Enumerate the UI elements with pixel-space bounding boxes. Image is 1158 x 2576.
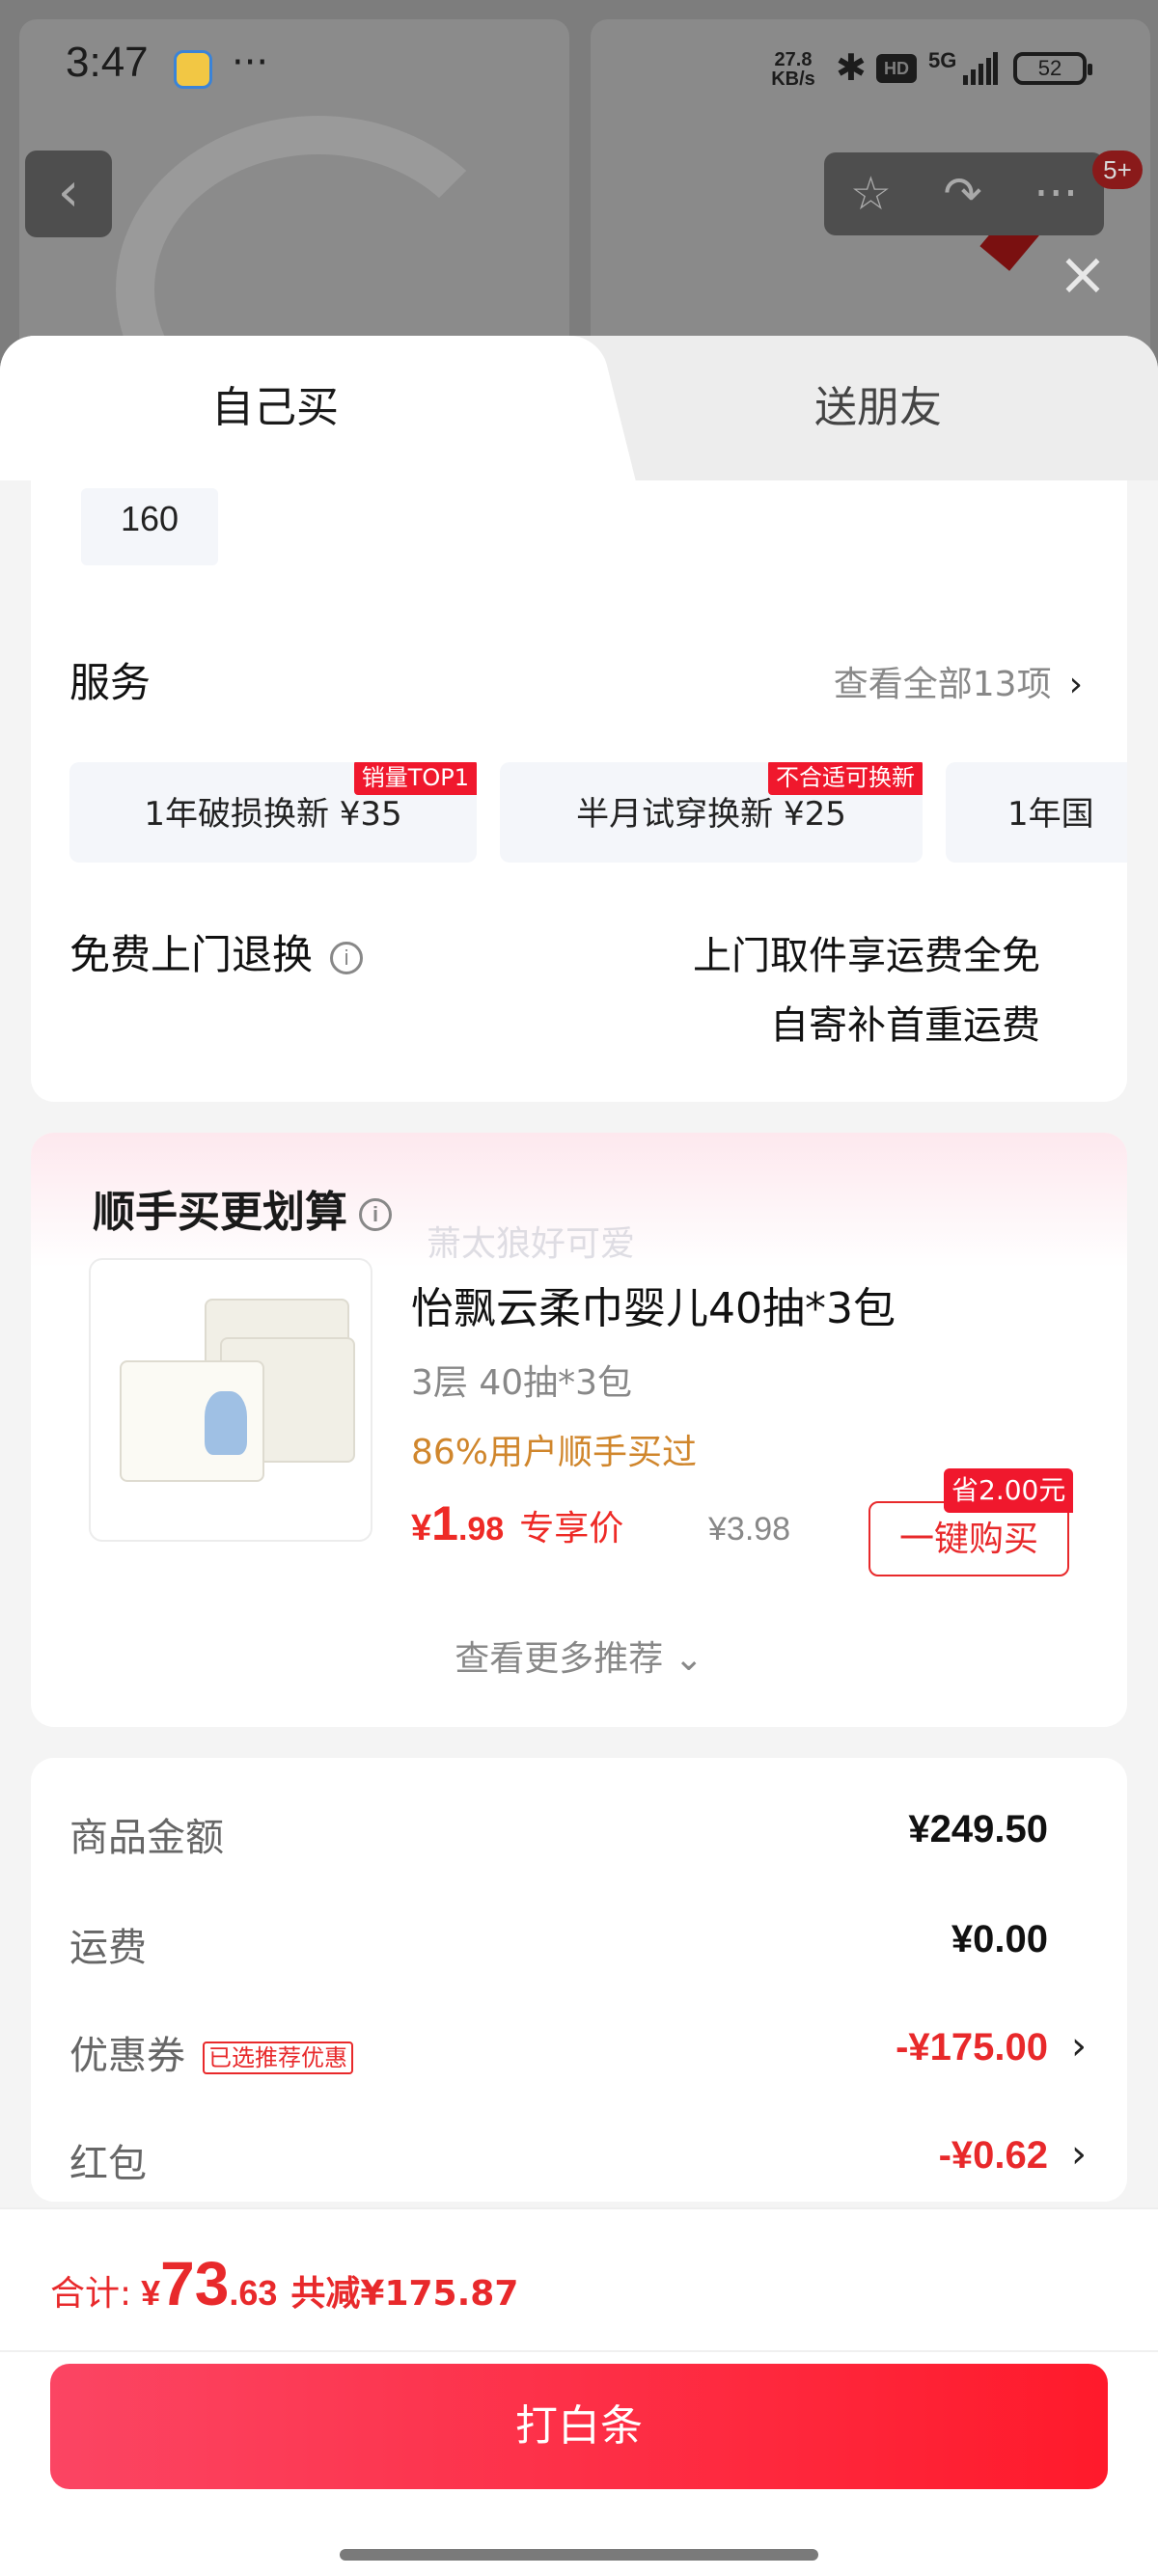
total-saved: 共减¥175.87 [290,2274,519,2314]
price-label: 专享价 [519,1509,624,1548]
recommended-product-spec: 3层 40抽*3包 [411,1363,633,1403]
coupon-label: 优惠券 已选推荐优惠 [69,2024,353,2080]
free-return-title: 免费上门退换 i [69,922,364,981]
service-option-label: 1年破损换新 ¥35 [144,795,402,834]
order-total: 合计: ¥73.63 共减¥175.87 [50,2248,518,2319]
close-icon[interactable]: × [1054,244,1112,305]
save-amount-badge: 省2.00元 [944,1468,1074,1513]
message-badge: 5+ [1092,151,1143,189]
total-decimal: .63 [229,2273,278,2313]
service-option-label: 1年国 [1007,795,1094,834]
recommended-product-price: ¥1.98 专享价 [411,1495,623,1551]
tab-buy-for-self[interactable]: 自己买 [0,336,579,480]
network-speed-value: 27.8 [774,49,813,70]
service-option-tag: 不合适可换新 [768,762,923,795]
divider [0,2350,1158,2352]
network-speed-unit: KB/s [771,69,815,90]
services-title: 服务 [69,659,152,706]
battery-icon: 52 [1013,52,1092,85]
status-time: 3:47 [66,39,149,86]
service-option-tag: 销量TOP1 [353,762,477,795]
chevron-right-icon: › [1071,2024,1087,2069]
shipping-row: 运费 ¥0.00 [69,1916,1087,1974]
status-more-icon: ··· [232,41,269,85]
app-notification-icon [174,50,212,89]
more-recommendations-link[interactable]: 查看更多推荐 ⌄ [31,1631,1127,1681]
recommendation-title: 顺手买更划算 i [93,1177,392,1239]
network-speed: 27.8 KB/s [764,50,822,89]
recommended-product-image[interactable] [89,1258,372,1542]
recommendation-title-label: 顺手买更划算 [93,1188,347,1237]
tab-buy-for-self-label: 自己买 [211,383,339,432]
coupon-row[interactable]: 优惠券 已选推荐优惠 -¥175.00 › [69,2024,1087,2082]
original-price: ¥3.98 [708,1511,791,1548]
goods-amount-label: 商品金额 [69,1816,224,1860]
recommendation-card: 顺手买更划算 i 萧太狼好可爱 怡飘云柔巾婴儿40抽*3包 3层 40抽*3包 8… [31,1133,1127,1727]
chevron-right-icon: › [1071,2132,1087,2177]
info-icon[interactable]: i [359,1198,392,1231]
service-option-label: 半月试穿换新 ¥25 [576,795,846,834]
home-indicator[interactable] [340,2549,818,2561]
view-all-services-label: 查看全部13项 [833,665,1052,704]
status-bar: 3:47 ··· 27.8 KB/s ✱ HD 5G 52 [0,0,1158,135]
signal-icon [963,52,998,85]
favorite-icon[interactable]: ☆ [850,167,892,221]
coupon-value: -¥175.00 [896,2026,1048,2069]
coupon-selected-tag: 已选推荐优惠 [203,2042,353,2074]
watermark: 萧太狼好可爱 [427,1224,636,1264]
goods-amount-value: ¥249.50 [908,1808,1048,1850]
red-packet-value: -¥0.62 [938,2134,1048,2177]
total-integer: 73 [160,2249,230,2318]
product-mascot-shape [205,1391,247,1455]
pay-with-baitiao-button[interactable]: 打白条 [50,2364,1108,2489]
spec-service-card: 160 服务 查看全部13项 › 1年破损换新 ¥35 销量TOP1 半月试穿换新… [31,480,1127,1102]
red-packet-label: 红包 [69,2142,147,2186]
checkout-bar: 合计: ¥73.63 共减¥175.87 打白条 [0,2207,1158,2576]
price-detail-card: 商品金额 ¥249.50 运费 ¥0.00 优惠券 已选推荐优惠 -¥175.00… [31,1758,1127,2202]
size-option[interactable]: 160 [81,488,218,565]
total-label: 合计: [50,2274,132,2314]
network-type: 5G [928,48,957,72]
red-packet-row[interactable]: 红包 -¥0.62 › [69,2132,1087,2190]
recommended-product-name[interactable]: 怡飘云柔巾婴儿40抽*3包 [411,1274,896,1335]
price-integer: 1 [431,1496,458,1550]
tab-gift-to-friend[interactable]: 送朋友 [598,336,1158,480]
price-currency: ¥ [411,1508,432,1548]
free-return-pickup-text: 上门取件享运费全免 [693,934,1040,978]
coupon-label-text: 优惠券 [69,2034,185,2078]
recommended-product-social-proof: 86%用户顺手买过 [411,1433,698,1472]
total-currency: ¥ [141,2273,161,2313]
info-icon[interactable]: i [330,941,364,974]
view-all-services-link[interactable]: 查看全部13项 › [834,656,1083,706]
share-icon[interactable]: ↷ [944,167,982,221]
bluetooth-icon: ✱ [836,46,867,89]
goods-amount-row: 商品金额 ¥249.50 [69,1806,1087,1864]
chevron-right-icon: › [1068,665,1083,704]
free-return-self-ship-text: 自寄补首重运费 [770,1003,1040,1048]
service-options: 1年破损换新 ¥35 销量TOP1 半月试穿换新 ¥25 不合适可换新 1年国 [69,762,1127,864]
service-option-damage-replace[interactable]: 1年破损换新 ¥35 销量TOP1 [69,762,477,863]
shipping-label: 运费 [69,1926,147,1970]
back-button[interactable]: ‹ [25,151,112,237]
service-option-partial[interactable]: 1年国 [946,762,1127,863]
shipping-value: ¥0.00 [951,1918,1048,1960]
top-action-group: ☆ ↷ ··· [824,152,1104,235]
tab-bar: 自己买 送朋友 [0,336,1158,480]
free-return-title-label: 免费上门退换 [69,931,314,978]
hd-icon: HD [876,54,917,83]
service-option-trial-replace[interactable]: 半月试穿换新 ¥25 不合适可换新 [500,762,923,863]
more-icon[interactable]: ··· [1034,167,1078,221]
price-decimal: .98 [457,1511,505,1548]
